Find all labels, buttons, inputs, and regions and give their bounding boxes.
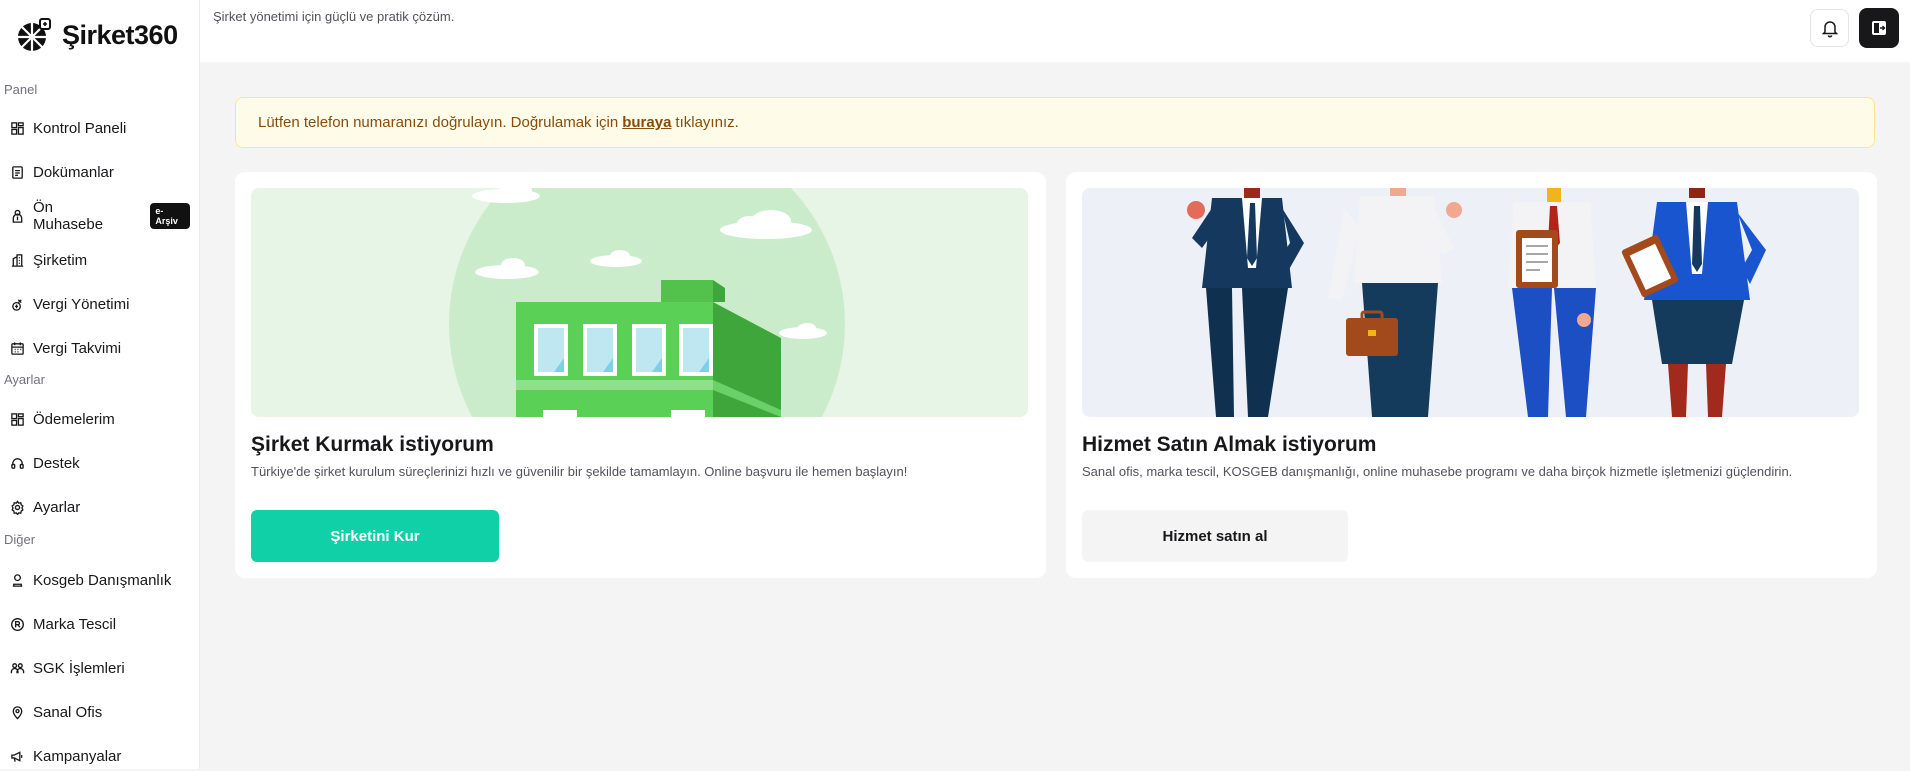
- card-description: Sanal ofis, marka tescil, KOSGEB danışma…: [1082, 464, 1793, 479]
- card-title: Hizmet Satın Almak istiyorum: [1082, 433, 1377, 456]
- section-label-diger: Diğer: [4, 532, 36, 547]
- building-icon: [11, 253, 24, 267]
- payments-icon: [11, 412, 24, 426]
- company-building-illustration: [251, 188, 1028, 417]
- gear-icon: [11, 499, 24, 515]
- sidebar-item-sirketim[interactable]: Şirketim: [10, 245, 190, 275]
- sidebar-item-sanal-ofis[interactable]: Sanal Ofis: [10, 697, 190, 727]
- logout-icon: [1872, 21, 1886, 35]
- sidebar-item-label: Dokümanlar: [33, 163, 114, 181]
- sidebar-item-kosgeb[interactable]: Kosgeb Danışmanlık: [10, 565, 190, 595]
- sidebar-item-marka-tescil[interactable]: Marka Tescil: [10, 609, 190, 639]
- sidebar-item-label: Vergi Takvimi: [33, 339, 122, 357]
- sidebar-item-vergi-yonetimi[interactable]: Vergi Yönetimi: [10, 289, 190, 319]
- notifications-button[interactable]: [1810, 9, 1849, 47]
- card-title: Şirket Kurmak istiyorum: [251, 433, 494, 456]
- logo[interactable]: Şirket360: [16, 17, 178, 53]
- dashboard-icon: [11, 121, 24, 135]
- sidebar-item-label: Ayarlar: [33, 498, 81, 516]
- sidebar-item-label: Destek: [33, 454, 80, 472]
- sidebar-item-label: Kosgeb Danışmanlık: [33, 571, 172, 589]
- headset-icon: [11, 457, 24, 469]
- sidebar-item-vergi-takvimi[interactable]: Vergi Takvimi: [10, 333, 190, 363]
- sidebar-item-label: Kampanyalar: [33, 747, 122, 765]
- verify-link[interactable]: buraya: [622, 114, 671, 131]
- tax-icon: [12, 298, 22, 311]
- sidebar-item-kontrol-paneli[interactable]: Kontrol Paneli: [10, 113, 190, 143]
- sidebar-item-ayarlar[interactable]: Ayarlar: [10, 492, 190, 522]
- sidebar-item-label: Sanal Ofis: [33, 703, 103, 721]
- sidebar-item-label: Vergi Yönetimi: [33, 295, 130, 313]
- sidebar-item-on-muhasebe[interactable]: Ön Muhasebe e-Arşiv: [10, 199, 190, 233]
- sidebar-item-dokumanlar[interactable]: Dokümanlar: [10, 157, 190, 187]
- sidebar-item-label: Marka Tescil: [33, 615, 117, 633]
- logout-button[interactable]: [1859, 8, 1899, 48]
- calendar-icon: [11, 341, 24, 355]
- buy-service-button[interactable]: Hizmet satın al: [1082, 510, 1348, 562]
- sidebar-item-label: Kontrol Paneli: [33, 119, 127, 137]
- e-arsiv-badge: e-Arşiv: [150, 203, 190, 229]
- document-icon: [12, 165, 23, 179]
- consulting-icon: [12, 573, 23, 587]
- phone-verification-alert: Lütfen telefon numaranızı doğrulayın. Do…: [235, 97, 1875, 148]
- logo-mark-icon: [18, 18, 51, 51]
- megaphone-icon: [11, 750, 23, 762]
- users-icon: [10, 662, 25, 673]
- company-setup-card: Şirket Kurmak istiyorum Türkiye'de şirke…: [235, 172, 1046, 578]
- sidebar-item-sgk-islemleri[interactable]: SGK İşlemleri: [10, 653, 190, 683]
- section-label-ayarlar: Ayarlar: [4, 372, 45, 387]
- logo-text: Şirket360: [62, 19, 178, 50]
- buy-service-card: Hizmet Satın Almak istiyorum Sanal ofis,…: [1066, 172, 1877, 578]
- bell-icon: [1821, 21, 1838, 38]
- sidebar: Şirket360 Panel Kontrol Paneli Dokümanla…: [0, 0, 200, 769]
- top-bar: Şirket yönetimi için güçlü ve pratik çöz…: [200, 0, 1910, 62]
- alert-text: Lütfen telefon numaranızı doğrulayın. Do…: [258, 114, 619, 131]
- sidebar-item-odemelerim[interactable]: Ödemelerim: [10, 404, 190, 434]
- alert-text-end: tıklayınız.: [675, 114, 739, 131]
- registered-icon: [11, 617, 24, 631]
- card-description: Türkiye'de şirket kurulum süreçlerinizi …: [251, 464, 908, 479]
- business-people-illustration: [1082, 188, 1859, 417]
- location-icon: [12, 705, 23, 720]
- section-label-panel: Panel: [4, 82, 38, 97]
- sidebar-item-kampanyalar[interactable]: Kampanyalar: [10, 741, 190, 771]
- start-company-button[interactable]: Şirketini Kur: [251, 510, 499, 562]
- sidebar-item-label: Ön Muhasebe: [33, 199, 104, 233]
- sidebar-item-label: SGK İşlemleri: [33, 659, 125, 677]
- sidebar-item-destek[interactable]: Destek: [10, 448, 190, 478]
- tagline: Şirket yönetimi için güçlü ve pratik çöz…: [213, 9, 455, 24]
- sidebar-item-label: Ödemelerim: [33, 410, 115, 428]
- sidebar-item-label: Şirketim: [33, 251, 88, 269]
- accounting-icon: [12, 209, 23, 223]
